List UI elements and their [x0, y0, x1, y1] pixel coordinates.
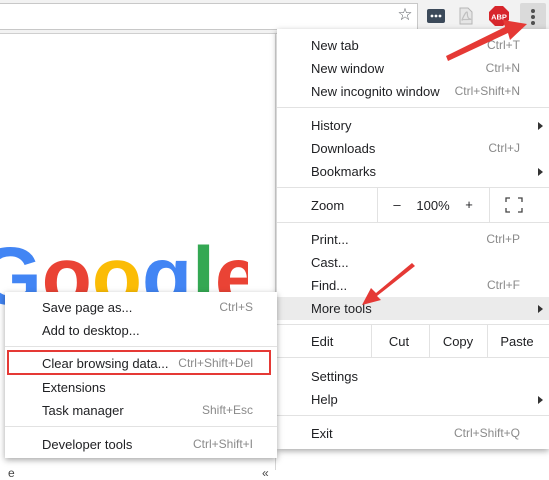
menu-divider — [277, 357, 549, 358]
submenu-item-save-page[interactable]: Save page as... Ctrl+S — [5, 296, 277, 319]
menu-item-bookmarks[interactable]: Bookmarks — [277, 160, 549, 183]
adblock-plus-icon[interactable]: ABP — [489, 6, 509, 26]
chrome-main-menu: New tab Ctrl+T New window Ctrl+N New inc… — [277, 29, 549, 449]
menu-item-help[interactable]: Help — [277, 388, 549, 411]
menu-item-label: New tab — [311, 38, 359, 53]
menu-divider — [5, 346, 277, 347]
address-bar[interactable] — [0, 3, 418, 30]
menu-item-label: Developer tools — [42, 437, 133, 452]
menu-item-label: Bookmarks — [311, 164, 377, 179]
edit-divider — [429, 325, 430, 357]
zoom-divider — [489, 188, 490, 222]
submenu-item-task-manager[interactable]: Task manager Shift+Esc — [5, 399, 277, 422]
menu-item-shortcut: Ctrl+T — [487, 38, 520, 52]
menu-item-label: Add to desktop... — [42, 323, 140, 338]
submenu-arrow-icon — [538, 396, 543, 404]
menu-divider — [277, 107, 549, 108]
menu-item-label: New incognito window — [311, 84, 440, 99]
menu-item-settings[interactable]: Settings — [277, 365, 549, 388]
menu-item-print[interactable]: Print... Ctrl+P — [277, 228, 549, 251]
menu-item-new-tab[interactable]: New tab Ctrl+T — [277, 34, 549, 57]
menu-item-more-tools[interactable]: More tools — [277, 297, 549, 320]
menu-divider — [277, 415, 549, 416]
menu-item-label: More tools — [311, 301, 372, 316]
menu-item-shortcut: Ctrl+S — [219, 300, 253, 314]
kebab-menu-icon[interactable] — [520, 3, 546, 30]
zoom-level: 100% — [416, 198, 450, 213]
edit-label: Edit — [311, 334, 334, 349]
partial-text-left: e — [8, 466, 15, 480]
zoom-in-button[interactable]: + — [459, 197, 479, 212]
more-tools-submenu: Save page as... Ctrl+S Add to desktop...… — [5, 292, 277, 458]
menu-item-shortcut: Ctrl+P — [486, 232, 520, 246]
submenu-item-developer-tools[interactable]: Developer tools Ctrl+Shift+I — [5, 433, 277, 456]
partial-text-right: « — [262, 466, 269, 480]
menu-divider — [5, 426, 277, 427]
menu-item-new-incognito[interactable]: New incognito window Ctrl+Shift+N — [277, 80, 549, 103]
submenu-arrow-icon — [538, 122, 543, 130]
menu-item-downloads[interactable]: Downloads Ctrl+J — [277, 137, 549, 160]
menu-item-shortcut: Ctrl+N — [485, 61, 520, 75]
menu-edit-row: Edit Cut Copy Paste — [277, 325, 549, 357]
menu-item-label: Downloads — [311, 141, 376, 156]
menu-item-label: New window — [311, 61, 384, 76]
menu-item-label: Task manager — [42, 403, 124, 418]
submenu-item-add-desktop[interactable]: Add to desktop... — [5, 319, 277, 342]
submenu-item-extensions[interactable]: Extensions — [5, 376, 277, 399]
annotation-highlight-box — [7, 350, 271, 375]
menu-item-label: Exit — [311, 426, 333, 441]
cut-button[interactable]: Cut — [379, 334, 419, 349]
menu-item-label: Extensions — [42, 380, 106, 395]
menu-divider — [277, 222, 549, 223]
menu-item-history[interactable]: History — [277, 114, 549, 137]
menu-item-new-window[interactable]: New window Ctrl+N — [277, 57, 549, 80]
zoom-divider — [377, 188, 378, 222]
menu-item-find[interactable]: Find... Ctrl+F — [277, 274, 549, 297]
menu-item-shortcut: Ctrl+J — [488, 141, 520, 155]
star-icon[interactable]: ☆ — [396, 5, 414, 25]
menu-zoom-row: Zoom – 100% + — [277, 188, 549, 222]
menu-item-label: Cast... — [311, 255, 349, 270]
menu-item-cast[interactable]: Cast... — [277, 251, 549, 274]
abp-label: ABP — [491, 13, 507, 22]
menu-item-shortcut: Shift+Esc — [201, 403, 253, 417]
menu-item-shortcut: Ctrl+F — [487, 278, 520, 292]
menu-item-label: Find... — [311, 278, 348, 293]
zoom-out-button[interactable]: – — [387, 197, 407, 212]
menu-item-shortcut: Ctrl+Shift+I — [192, 437, 253, 451]
menu-item-label: Help — [311, 392, 338, 407]
edit-divider — [487, 325, 488, 357]
copy-button[interactable]: Copy — [437, 334, 479, 349]
menu-item-exit[interactable]: Exit Ctrl+Shift+Q — [277, 422, 549, 445]
extension-dots-icon[interactable] — [427, 6, 445, 26]
zoom-label: Zoom — [311, 198, 345, 213]
fullscreen-icon[interactable] — [505, 197, 523, 213]
menu-item-label: Save page as... — [42, 300, 133, 315]
menu-item-label: Print... — [311, 232, 349, 247]
submenu-arrow-icon — [538, 305, 543, 313]
paste-button[interactable]: Paste — [495, 334, 539, 349]
menu-item-label: History — [311, 118, 352, 133]
submenu-arrow-icon — [538, 168, 543, 176]
edit-divider — [371, 325, 372, 357]
pdf-icon[interactable] — [457, 6, 475, 26]
menu-item-label: Settings — [311, 369, 358, 384]
menu-item-shortcut: Ctrl+Shift+N — [454, 84, 520, 98]
menu-item-shortcut: Ctrl+Shift+Q — [453, 426, 520, 440]
